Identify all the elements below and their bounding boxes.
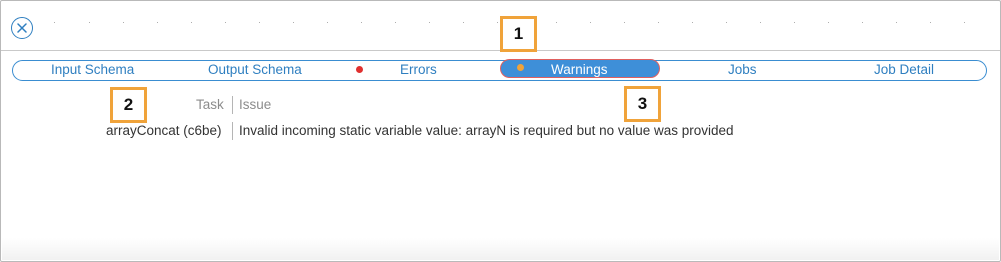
tab-warnings-label: Warnings: [551, 62, 608, 77]
tab-jobs-label: Jobs: [728, 62, 757, 77]
callout-2: 2: [110, 87, 147, 123]
callout-1: 1: [500, 16, 537, 52]
tab-errors[interactable]: Errors: [400, 61, 437, 79]
tab-job-detail-label: Job Detail: [874, 62, 935, 77]
tab-job-detail[interactable]: Job Detail: [874, 61, 934, 79]
table-row-issue: Invalid incoming static variable value: …: [239, 123, 734, 138]
callout-2-label: 2: [123, 95, 134, 114]
column-header-task: Task: [196, 97, 224, 112]
table-row-task: arrayConcat (c6be): [106, 123, 222, 138]
tab-jobs[interactable]: Jobs: [728, 61, 757, 79]
tab-warnings[interactable]: Warnings: [500, 59, 660, 78]
tab-input-schema-label: Input Schema: [51, 62, 135, 77]
row-separator: [232, 122, 233, 140]
warnings-status-dot: [517, 64, 524, 71]
tab-output-schema-label: Output Schema: [208, 62, 302, 77]
tab-output-schema[interactable]: Output Schema: [208, 61, 302, 79]
tab-bar: Input Schema Output Schema Errors Warnin…: [12, 59, 987, 81]
panel-footer-band: [2, 238, 999, 260]
column-header-issue: Issue: [239, 97, 272, 112]
close-button[interactable]: [11, 17, 33, 39]
tab-errors-label: Errors: [400, 62, 437, 77]
callout-3-label: 3: [637, 94, 648, 113]
close-icon: [17, 23, 27, 33]
tab-input-schema[interactable]: Input Schema: [51, 61, 134, 79]
header-separator: [232, 96, 233, 114]
callout-1-label: 1: [513, 24, 524, 43]
callout-3: 3: [624, 86, 661, 122]
errors-status-dot: [356, 66, 363, 73]
